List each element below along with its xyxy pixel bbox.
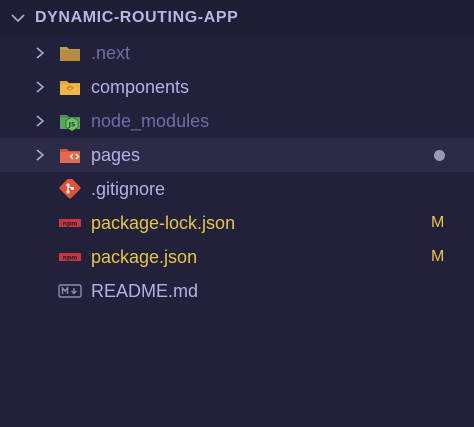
svg-text:JS: JS [68,122,76,129]
item-label: node_modules [91,111,210,131]
file-row-package-json[interactable]: npm package.json M [0,240,474,274]
file-row-package-lock-json[interactable]: npm package-lock.json M [0,206,474,240]
node-folder-icon: JS [58,111,82,132]
folder-row-components[interactable]: components [0,70,474,104]
folder-row-pages[interactable]: pages [0,138,474,172]
item-label: components [91,77,190,97]
chevron-right-icon[interactable] [33,148,47,162]
npm-icon: npm [58,213,82,233]
chevron-right-icon[interactable] [33,114,47,128]
components-folder-icon [58,77,82,97]
item-label: README.md [91,281,199,301]
folder-icon [58,43,82,63]
chevron-right-icon[interactable] [33,46,47,60]
pages-folder-icon [58,145,82,165]
changes-dot-indicator [434,150,445,161]
folder-row-next[interactable]: .next [0,36,474,70]
file-row-readme-md[interactable]: README.md [0,274,474,308]
folder-row-node-modules[interactable]: JS node_modules [0,104,474,138]
svg-text:npm: npm [63,255,78,262]
explorer-root-header[interactable]: DYNAMIC-ROUTING-APP [0,0,474,36]
markdown-icon [58,281,82,301]
explorer-root-title: DYNAMIC-ROUTING-APP [35,9,239,26]
chevron-right-icon[interactable] [33,80,47,94]
svg-text:npm: npm [63,221,78,228]
item-label: package-lock.json [91,213,236,233]
item-label: package.json [91,247,198,267]
npm-icon: npm [58,247,82,267]
file-tree: .next components JS node_modulespages .gitig… [0,36,474,308]
item-label: .gitignore [91,179,166,199]
item-label: pages [91,145,141,165]
file-explorer: DYNAMIC-ROUTING-APP .next components JS nod… [0,0,474,427]
modified-badge: M [431,248,445,265]
modified-badge: M [431,214,445,231]
item-label: .next [91,43,131,63]
chevron-down-icon [11,14,25,23]
git-icon [58,177,82,199]
file-row-gitignore[interactable]: .gitignore [0,172,474,206]
